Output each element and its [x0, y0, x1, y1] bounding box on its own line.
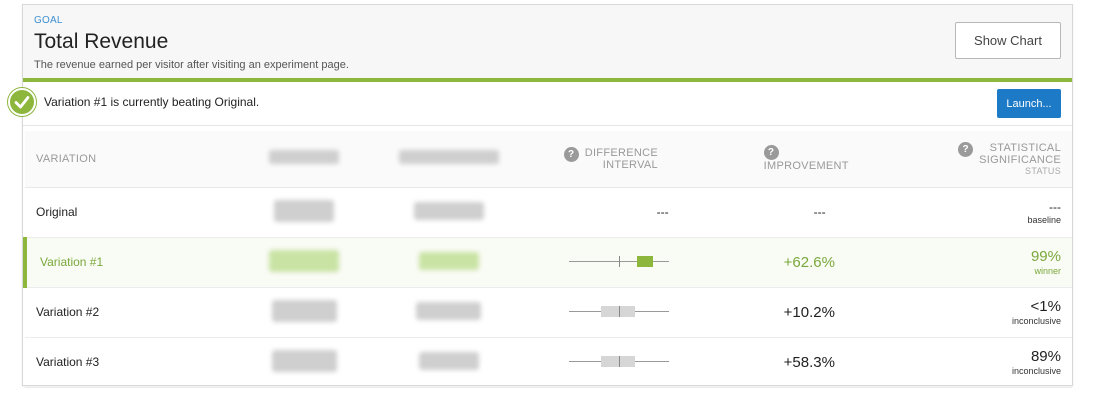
winner-banner: Variation #1 is currently beating Origin…: [23, 82, 1072, 126]
difference-interval: [523, 287, 684, 338]
significance-status: winner: [1034, 266, 1061, 276]
blurred-metric: [373, 287, 524, 338]
difference-interval: ---: [523, 187, 684, 238]
variation-name: Original: [25, 187, 235, 238]
table-row: Variation #3 +58.3% 89% inconclusive: [25, 337, 1072, 388]
significance-status: inconclusive: [1011, 316, 1061, 326]
significance-value: ---: [1049, 199, 1061, 214]
show-chart-button[interactable]: Show Chart: [955, 22, 1061, 59]
goal-label: GOAL: [34, 15, 63, 26]
goal-card: GOAL Total Revenue The revenue earned pe…: [22, 4, 1073, 388]
significance-status: baseline: [1027, 214, 1061, 225]
help-icon[interactable]: ?: [763, 145, 779, 161]
blurred-metric: [373, 187, 524, 238]
improvement-value: +10.2%: [683, 287, 859, 338]
improvement-value: +58.3%: [683, 337, 859, 388]
table-header-row: VARIATION ? DIFFERENCE INTERVAL ?IMPROVEME…: [25, 131, 1072, 188]
goal-header: GOAL Total Revenue The revenue earned pe…: [23, 5, 1072, 82]
header-improvement: ?IMPROVEMENT: [683, 131, 859, 188]
header-difference-interval: ? DIFFERENCE INTERVAL: [523, 131, 684, 188]
significance-cell: <1% inconclusive: [858, 287, 1072, 338]
blurred-metric: [234, 237, 374, 288]
table-row: Variation #2 +10.2% <1% inconclusive: [25, 287, 1072, 338]
improvement-value: +62.6%: [683, 237, 859, 288]
improvement-value: ---: [683, 187, 859, 238]
interval-bar: [568, 306, 669, 318]
significance-status: inconclusive: [1011, 366, 1061, 376]
difference-interval: [523, 337, 684, 388]
significance-value: <1%: [1030, 298, 1061, 315]
header-metric-blurred-2: [373, 131, 524, 188]
significance-value: 99%: [1030, 248, 1061, 265]
help-icon[interactable]: ?: [958, 141, 974, 157]
significance-cell: --- baseline: [858, 187, 1072, 238]
blurred-metric: [373, 237, 524, 288]
goal-description: The revenue earned per visitor after vis…: [34, 59, 349, 71]
variation-name: Variation #2: [25, 287, 235, 338]
header-significance-sub: STATUS: [1025, 165, 1061, 176]
launch-button[interactable]: Launch...: [997, 89, 1061, 118]
blurred-metric: [234, 337, 374, 388]
checkmark-icon: [8, 88, 36, 116]
variation-name: Variation #3: [25, 337, 235, 388]
difference-interval: [523, 237, 684, 288]
header-statistical-significance: ? STATISTICAL SIGNIFICANCE STATUS: [858, 131, 1072, 188]
significance-value: 89%: [1030, 348, 1061, 365]
blurred-metric: [234, 187, 374, 238]
header-significance-line2: SIGNIFICANCE: [979, 153, 1061, 166]
significance-cell: 89% inconclusive: [858, 337, 1072, 388]
header-variation: VARIATION: [25, 131, 235, 188]
variation-name: Variation #1: [22, 237, 235, 288]
header-improvement-label: IMPROVEMENT: [763, 160, 849, 173]
banner-message: Variation #1 is currently beating Origin…: [44, 95, 260, 109]
header-significance-line1: STATISTICAL: [989, 141, 1061, 154]
significance-cell: 99% winner: [858, 237, 1072, 288]
blurred-metric: [234, 287, 374, 338]
help-icon[interactable]: ?: [563, 146, 579, 162]
blurred-metric: [373, 337, 524, 388]
interval-bar: [568, 256, 669, 268]
interval-bar: [568, 356, 669, 368]
header-difference-interval-line2: INTERVAL: [602, 158, 658, 171]
table-row: Original --- --- --- baseline: [25, 187, 1072, 238]
header-difference-interval-line1: DIFFERENCE: [584, 146, 658, 159]
header-metric-blurred-1: [234, 131, 374, 188]
goal-title: Total Revenue: [34, 30, 169, 53]
results-table: VARIATION ? DIFFERENCE INTERVAL ?IMPROVEME…: [22, 131, 1072, 388]
table-row: Variation #1 +62.6% 99% winner: [22, 237, 1072, 288]
